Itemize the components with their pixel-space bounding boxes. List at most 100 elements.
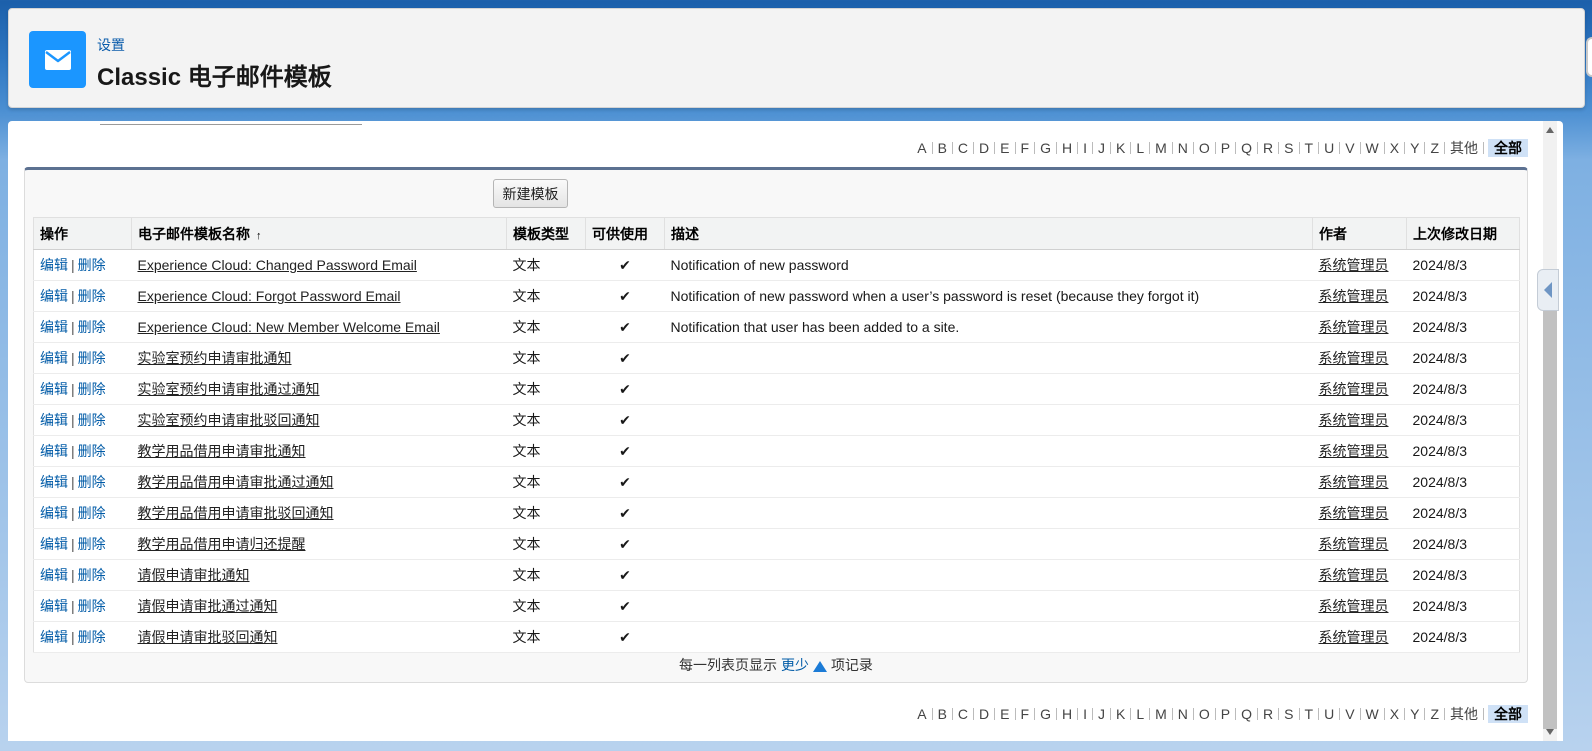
edit-link[interactable]: 编辑: [40, 288, 68, 304]
alpha-filter-letter[interactable]: R: [1258, 139, 1278, 157]
alpha-filter-letter[interactable]: M: [1150, 705, 1172, 723]
alpha-filter-letter[interactable]: N: [1173, 705, 1193, 723]
author-link[interactable]: 系统管理员: [1319, 567, 1389, 583]
alpha-filter-letter[interactable]: W: [1361, 705, 1384, 723]
alpha-filter-all[interactable]: 全部: [1488, 139, 1528, 157]
edit-link[interactable]: 编辑: [40, 412, 68, 428]
author-link[interactable]: 系统管理员: [1319, 350, 1389, 366]
edit-link[interactable]: 编辑: [40, 381, 68, 397]
delete-link[interactable]: 删除: [78, 536, 106, 552]
author-link[interactable]: 系统管理员: [1319, 381, 1389, 397]
alpha-filter-letter[interactable]: E: [995, 705, 1014, 723]
alpha-filter-letter[interactable]: X: [1385, 139, 1404, 157]
sidebar-toggle-tab[interactable]: [1537, 269, 1559, 311]
delete-link[interactable]: 删除: [78, 567, 106, 583]
author-link[interactable]: 系统管理员: [1319, 257, 1389, 273]
template-name-link[interactable]: 请假申请审批驳回通知: [138, 629, 278, 645]
alpha-filter-letter[interactable]: A: [912, 705, 931, 723]
alpha-filter-letter[interactable]: W: [1361, 139, 1384, 157]
template-name-link[interactable]: 教学用品借用申请归还提醒: [138, 536, 306, 552]
alpha-filter-letter[interactable]: Y: [1405, 139, 1424, 157]
utility-edge-tab[interactable]: [1586, 37, 1592, 77]
alpha-filter-letter[interactable]: J: [1093, 139, 1110, 157]
alpha-filter-letter[interactable]: J: [1093, 705, 1110, 723]
author-link[interactable]: 系统管理员: [1319, 412, 1389, 428]
scroll-thumb[interactable]: [1543, 269, 1557, 729]
edit-link[interactable]: 编辑: [40, 629, 68, 645]
edit-link[interactable]: 编辑: [40, 567, 68, 583]
alpha-filter-letter[interactable]: T: [1300, 705, 1319, 723]
alpha-filter-letter[interactable]: R: [1258, 705, 1278, 723]
alpha-filter-letter[interactable]: U: [1319, 705, 1339, 723]
template-name-link[interactable]: Experience Cloud: New Member Welcome Ema…: [138, 319, 440, 335]
alpha-filter-letter[interactable]: I: [1078, 139, 1092, 157]
template-name-link[interactable]: 请假申请审批通过通知: [138, 598, 278, 614]
author-link[interactable]: 系统管理员: [1319, 443, 1389, 459]
alpha-filter-letter[interactable]: T: [1300, 139, 1319, 157]
delete-link[interactable]: 删除: [78, 474, 106, 490]
edit-link[interactable]: 编辑: [40, 319, 68, 335]
alpha-filter-letter[interactable]: D: [974, 139, 994, 157]
alpha-filter-letter[interactable]: Q: [1236, 705, 1257, 723]
edit-link[interactable]: 编辑: [40, 350, 68, 366]
delete-link[interactable]: 删除: [78, 505, 106, 521]
author-link[interactable]: 系统管理员: [1319, 536, 1389, 552]
alpha-filter-all[interactable]: 全部: [1488, 705, 1528, 723]
edit-link[interactable]: 编辑: [40, 536, 68, 552]
alpha-filter-letter[interactable]: Z: [1425, 705, 1444, 723]
template-name-link[interactable]: Experience Cloud: Changed Password Email: [138, 257, 417, 273]
template-name-link[interactable]: 教学用品借用申请审批通知: [138, 443, 306, 459]
delete-link[interactable]: 删除: [78, 412, 106, 428]
edit-link[interactable]: 编辑: [40, 598, 68, 614]
alpha-filter-letter[interactable]: Y: [1405, 705, 1424, 723]
alpha-filter-letter[interactable]: O: [1194, 139, 1215, 157]
template-name-link[interactable]: 实验室预约申请审批通过通知: [138, 381, 320, 397]
author-link[interactable]: 系统管理员: [1319, 288, 1389, 304]
author-link[interactable]: 系统管理员: [1319, 505, 1389, 521]
alpha-filter-letter[interactable]: B: [933, 705, 952, 723]
delete-link[interactable]: 删除: [78, 257, 106, 273]
template-name-link[interactable]: 请假申请审批通知: [138, 567, 250, 583]
alpha-filter-letter[interactable]: F: [1016, 705, 1035, 723]
delete-link[interactable]: 删除: [78, 443, 106, 459]
template-name-link[interactable]: Experience Cloud: Forgot Password Email: [138, 288, 401, 304]
col-description[interactable]: 描述: [664, 217, 1313, 250]
alpha-filter-letter[interactable]: B: [933, 139, 952, 157]
alpha-filter-letter[interactable]: P: [1216, 705, 1235, 723]
edit-link[interactable]: 编辑: [40, 474, 68, 490]
col-type[interactable]: 模板类型: [506, 217, 586, 250]
alpha-filter-letter[interactable]: K: [1111, 139, 1130, 157]
delete-link[interactable]: 删除: [78, 350, 106, 366]
scroll-down-icon[interactable]: [1546, 729, 1554, 735]
alpha-filter-letter[interactable]: H: [1057, 139, 1077, 157]
alpha-filter-letter[interactable]: P: [1216, 139, 1235, 157]
template-name-link[interactable]: 实验室预约申请审批驳回通知: [138, 412, 320, 428]
alpha-filter-letter[interactable]: V: [1340, 705, 1359, 723]
alpha-filter-letter[interactable]: K: [1111, 705, 1130, 723]
alpha-filter-letter[interactable]: S: [1279, 705, 1298, 723]
alpha-filter-letter[interactable]: V: [1340, 139, 1359, 157]
alpha-filter-letter[interactable]: G: [1035, 139, 1056, 157]
author-link[interactable]: 系统管理员: [1319, 598, 1389, 614]
author-link[interactable]: 系统管理员: [1319, 629, 1389, 645]
template-name-link[interactable]: 实验室预约申请审批通知: [138, 350, 292, 366]
vertical-scrollbar[interactable]: [1543, 121, 1557, 741]
alpha-filter-letter[interactable]: I: [1078, 705, 1092, 723]
col-name[interactable]: 电子邮件模板名称 ↑: [131, 217, 507, 250]
alpha-filter-letter[interactable]: F: [1016, 139, 1035, 157]
template-name-link[interactable]: 教学用品借用申请审批驳回通知: [138, 505, 334, 521]
alpha-filter-letter[interactable]: 其他: [1445, 139, 1483, 157]
col-modified[interactable]: 上次修改日期: [1406, 217, 1520, 250]
alpha-filter-letter[interactable]: D: [974, 705, 994, 723]
col-available[interactable]: 可供使用: [585, 217, 665, 250]
alpha-filter-letter[interactable]: Q: [1236, 139, 1257, 157]
alpha-filter-letter[interactable]: X: [1385, 705, 1404, 723]
template-name-link[interactable]: 教学用品借用申请审批通过通知: [138, 474, 334, 490]
author-link[interactable]: 系统管理员: [1319, 474, 1389, 490]
alpha-filter-letter[interactable]: L: [1131, 705, 1149, 723]
scroll-up-icon[interactable]: [1546, 127, 1554, 133]
alpha-filter-letter[interactable]: L: [1131, 139, 1149, 157]
delete-link[interactable]: 删除: [78, 288, 106, 304]
edit-link[interactable]: 编辑: [40, 443, 68, 459]
breadcrumb-setup[interactable]: 设置: [97, 35, 125, 55]
